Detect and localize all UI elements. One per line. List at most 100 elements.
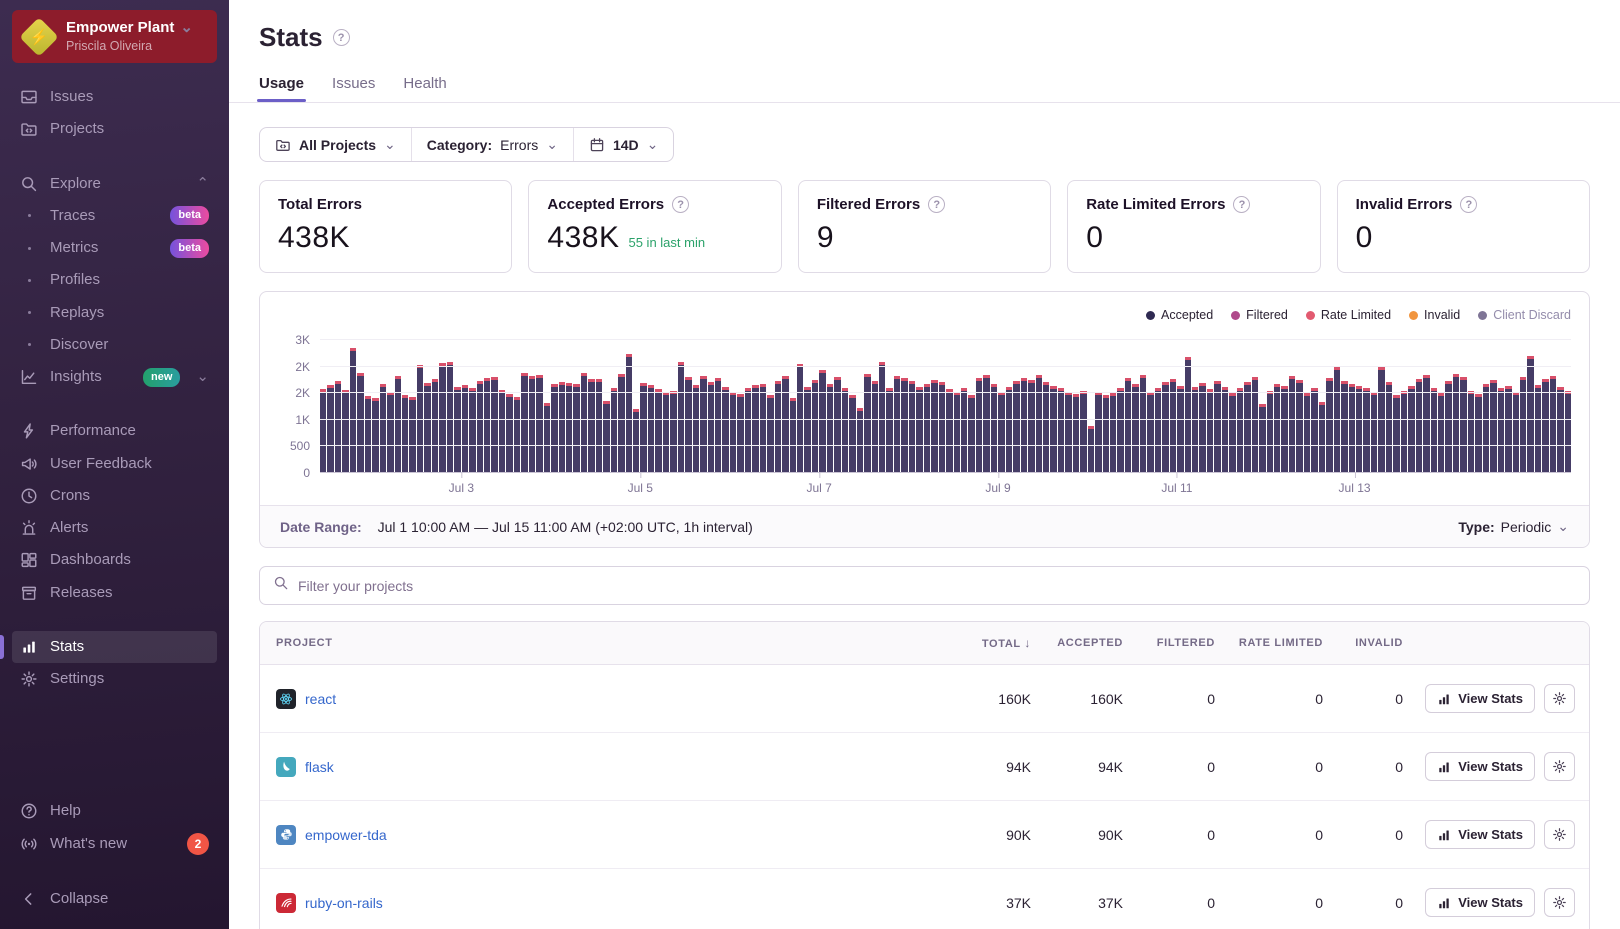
releases-icon: [20, 584, 38, 602]
project-link[interactable]: react: [305, 691, 336, 707]
rate_limited-cell: 0: [1315, 758, 1323, 775]
project-settings-button[interactable]: [1544, 888, 1575, 917]
col-total[interactable]: TOTAL ↓: [913, 622, 1031, 664]
project-settings-button[interactable]: [1544, 820, 1575, 849]
sidebar-item-projects[interactable]: Projects: [12, 113, 217, 145]
chart-bar: [528, 375, 536, 473]
chart-bar: [1527, 355, 1535, 473]
chevron-down-icon: ⌄: [1557, 518, 1569, 534]
date-range-dropdown[interactable]: 14D ⌄: [572, 128, 673, 161]
sidebar-item-help[interactable]: Help: [12, 795, 217, 827]
tab-usage[interactable]: Usage: [256, 75, 307, 102]
category-filter-dropdown[interactable]: Category: Errors ⌄: [410, 128, 573, 161]
project-link[interactable]: ruby-on-rails: [305, 895, 383, 911]
gridline: [320, 392, 1571, 394]
chevron-down-icon: ⌄: [196, 368, 209, 385]
sidebar-item-dashboards[interactable]: Dashboards: [12, 544, 217, 576]
chart-bar: [469, 388, 477, 473]
legend-item-accepted[interactable]: Accepted: [1146, 308, 1213, 322]
col-invalid[interactable]: INVALID: [1323, 623, 1403, 663]
view-stats-button[interactable]: View Stats: [1425, 752, 1535, 781]
help-icon[interactable]: ?: [1233, 196, 1251, 213]
sidebar-item-alerts[interactable]: Alerts: [12, 512, 217, 544]
type-dropdown[interactable]: Type: Periodic ⌄: [1458, 518, 1569, 535]
chart-bar: [871, 380, 879, 473]
x-axis-label: Jul 5: [628, 473, 653, 495]
chart-bar: [1028, 379, 1035, 473]
sidebar-item-profiles[interactable]: Profiles: [12, 264, 217, 296]
sidebar-item-traces[interactable]: Traces beta: [12, 200, 217, 232]
chevron-up-icon: ⌃: [196, 174, 209, 192]
sidebar-item-stats[interactable]: Stats: [0, 630, 217, 663]
col-project[interactable]: PROJECT: [260, 623, 913, 663]
legend-dot: [1231, 310, 1241, 320]
chart-bar: [774, 380, 782, 473]
chart-bar: [1110, 392, 1117, 473]
chart-bar: [938, 382, 946, 473]
chart-bar: [1005, 387, 1013, 473]
sidebar-item-user-feedback[interactable]: User Feedback: [12, 448, 217, 480]
card-value-row: 9: [817, 221, 1032, 255]
project-search-input[interactable]: [298, 577, 1576, 594]
legend-item-rate-limited[interactable]: Rate Limited: [1305, 308, 1391, 322]
sidebar-nav: Issues Projects Explore ⌃ Traces beta Metrics b…: [0, 81, 229, 795]
sidebar-collapse-button[interactable]: Collapse: [12, 883, 217, 915]
sidebar-item-metrics[interactable]: Metrics beta: [12, 232, 217, 264]
card-subtext: 55 in last min: [628, 235, 706, 250]
sidebar-item-explore[interactable]: Explore ⌃: [12, 168, 217, 200]
project-filter-dropdown[interactable]: All Projects ⌄: [260, 128, 411, 161]
help-icon[interactable]: ?: [1460, 196, 1478, 213]
card-accepted-errors: Accepted Errors? 438K 55 in last min: [528, 180, 782, 273]
y-axis-label: 3K: [295, 333, 310, 347]
view-stats-button[interactable]: View Stats: [1425, 684, 1535, 713]
col-accepted[interactable]: ACCEPTED: [1031, 623, 1123, 663]
col-filtered[interactable]: FILTERED: [1123, 623, 1215, 663]
legend-item-invalid[interactable]: Invalid: [1409, 308, 1460, 322]
project-link[interactable]: empower-tda: [305, 827, 387, 843]
card-filtered-errors: Filtered Errors? 9: [797, 180, 1052, 273]
project-settings-button[interactable]: [1544, 752, 1575, 781]
sidebar-item-crons[interactable]: Crons: [12, 480, 217, 512]
view-stats-button[interactable]: View Stats: [1425, 820, 1535, 849]
legend-label: Invalid: [1424, 308, 1461, 322]
col-rate-limited[interactable]: RATE LIMITED: [1215, 623, 1323, 663]
page-help-icon[interactable]: ?: [332, 29, 350, 46]
legend-item-filtered[interactable]: Filtered: [1231, 308, 1288, 322]
tab-issues[interactable]: Issues: [332, 75, 375, 102]
row-actions: View Stats: [1403, 869, 1589, 929]
chart-bar: [580, 372, 588, 473]
project-link[interactable]: flask: [305, 759, 334, 775]
org-switcher[interactable]: ⚡ Empower Plant ⌄ Priscila Oliveira: [12, 10, 217, 63]
sidebar-item-label: Performance: [50, 422, 136, 440]
chart-bar: [789, 398, 797, 473]
sidebar-item-issues[interactable]: Issues: [12, 81, 217, 113]
bar-chart-icon: [1437, 692, 1451, 706]
chart-bar: [1430, 388, 1438, 473]
sidebar-item-label: Crons: [50, 486, 91, 504]
sidebar-item-discover[interactable]: Discover: [12, 329, 217, 361]
project-settings-button[interactable]: [1544, 684, 1575, 713]
chart-legend: Accepted Filtered Rate Limited Invalid Clien…: [260, 292, 1589, 326]
help-icon: [20, 802, 38, 820]
sidebar-item-performance[interactable]: Performance: [12, 415, 217, 447]
legend-item-client-discard[interactable]: Client Discard: [1478, 308, 1571, 322]
sidebar-item-insights[interactable]: Insights new ⌄: [12, 361, 217, 393]
table-row: empower-tda 90K 90K 0 0 0 View Stats: [260, 801, 1589, 869]
sidebar-item-label: Discover: [50, 335, 109, 353]
chart-bar: [722, 387, 730, 473]
chart-bar: [387, 391, 395, 473]
chart-bar: [834, 376, 842, 473]
help-icon[interactable]: ?: [672, 196, 690, 213]
help-icon[interactable]: ?: [928, 196, 946, 213]
tab-health[interactable]: Health: [403, 75, 446, 102]
new-badge: new: [143, 367, 181, 387]
view-stats-button[interactable]: View Stats: [1425, 888, 1535, 917]
sidebar-item-what-s-new[interactable]: What's new 2: [12, 827, 217, 861]
sidebar-item-releases[interactable]: Releases: [12, 577, 217, 609]
chart-bar: [990, 384, 998, 473]
chart-bar: [1095, 391, 1103, 473]
chart-bar: [1393, 394, 1401, 473]
sidebar-item-replays[interactable]: Replays: [12, 297, 217, 329]
sidebar-item-settings[interactable]: Settings: [12, 663, 217, 695]
rate_limited-cell: 0: [1315, 690, 1323, 707]
